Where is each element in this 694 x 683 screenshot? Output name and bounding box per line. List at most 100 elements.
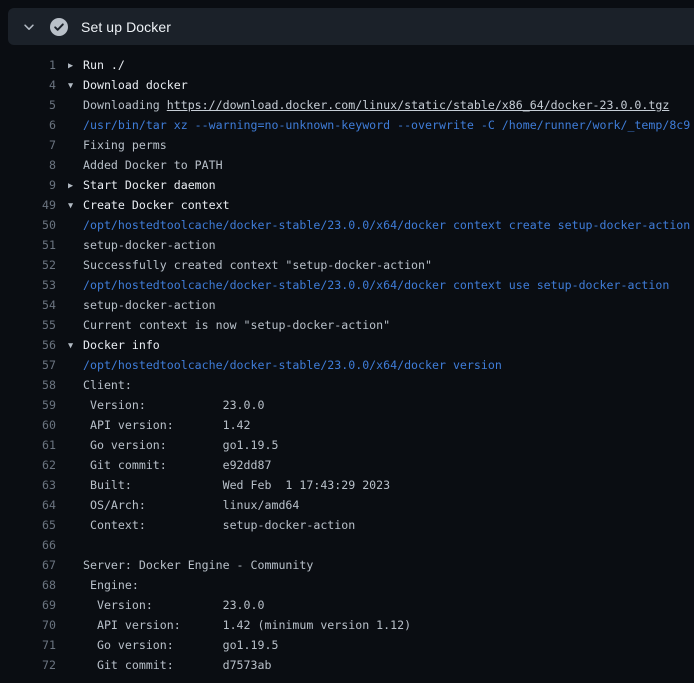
log-line: 58 Client: [0,375,694,395]
log-group-row[interactable]: 4 ▼Download docker [0,75,694,95]
group-title: Docker info [83,338,160,352]
log-line: 68 Engine: [0,575,694,595]
line-number-link[interactable]: 4 [0,75,56,95]
log-text: Git commit: e92dd87 [68,455,271,475]
log-text: Server: Docker Engine - Community [68,555,313,575]
log-line: 61 Go version: go1.19.5 [0,435,694,455]
log-line: 8 Added Docker to PATH [0,155,694,175]
log-text: OS/Arch: linux/amd64 [68,495,299,515]
log-line: 69 Version: 23.0.0 [0,595,694,615]
line-number-link[interactable]: 61 [0,435,56,455]
log-text: API version: 1.42 (minimum version 1.12) [68,615,411,635]
log-line: 71 Go version: go1.19.5 [0,635,694,655]
group-title: Download docker [83,78,188,92]
log-group-row[interactable]: 1 ▶Run ./ [0,55,694,75]
log-text [68,535,83,555]
log-text: Current context is now "setup-docker-act… [68,315,390,335]
line-number-link[interactable]: 63 [0,475,56,495]
line-number-link[interactable]: 64 [0,495,56,515]
log-lines: 1▶Run ./4▼Download docker5Downloading ht… [0,45,694,675]
log-text: API version: 1.42 [68,415,251,435]
log-line: 50/opt/hostedtoolcache/docker-stable/23.… [0,215,694,235]
line-number-link[interactable]: 5 [0,95,56,115]
group-title: Create Docker context [83,198,230,212]
log-line: 66 [0,535,694,555]
log-text: Added Docker to PATH [68,155,223,175]
line-number-link[interactable]: 7 [0,135,56,155]
chevron-down-icon[interactable] [21,20,37,34]
log-text: Client: [68,375,132,395]
triangle-down-icon: ▼ [68,76,83,95]
line-number-link[interactable]: 50 [0,215,56,235]
line-number-link[interactable]: 65 [0,515,56,535]
line-number-link[interactable]: 54 [0,295,56,315]
line-number-link[interactable]: 59 [0,395,56,415]
line-number-link[interactable]: 8 [0,155,56,175]
log-line: 54 setup-docker-action [0,295,694,315]
group-title: Run ./ [83,58,125,72]
line-number-link[interactable]: 72 [0,655,56,675]
line-number-link[interactable]: 52 [0,255,56,275]
log-line: 7 Fixing perms [0,135,694,155]
line-number-link[interactable]: 69 [0,595,56,615]
log-text: Downloading [83,98,167,112]
log-group-row[interactable]: 49▼Create Docker context [0,195,694,215]
line-number-link[interactable]: 68 [0,575,56,595]
line-number-link[interactable]: 9 [0,175,56,195]
step-title: Set up Docker [81,19,171,35]
log-line: 62 Git commit: e92dd87 [0,455,694,475]
line-number-link[interactable]: 58 [0,375,56,395]
line-number-link[interactable]: 53 [0,275,56,295]
line-number-link[interactable]: 55 [0,315,56,335]
line-number-link[interactable]: 66 [0,535,56,555]
triangle-right-icon: ▶ [68,56,83,75]
command-text: /opt/hostedtoolcache/docker-stable/23.0.… [68,355,502,375]
log-line: 5 Downloading https://download.docker.com… [0,95,694,115]
log-group-row[interactable]: 9 ▶Start Docker daemon [0,175,694,195]
log-line: 60 API version: 1.42 [0,415,694,435]
line-number-link[interactable]: 56 [0,335,56,355]
command-text: /opt/hostedtoolcache/docker-stable/23.0.… [68,215,690,235]
log-line: 6/usr/bin/tar xz --warning=no-unknown-ke… [0,115,694,135]
log-text: Built: Wed Feb 1 17:43:29 2023 [68,475,390,495]
line-number-link[interactable]: 57 [0,355,56,375]
log-group-row[interactable]: 56 ▼Docker info [0,335,694,355]
log-text: Go version: go1.19.5 [68,435,278,455]
log-text: Version: 23.0.0 [68,395,264,415]
line-number-link[interactable]: 71 [0,635,56,655]
log-line: 63 Built: Wed Feb 1 17:43:29 2023 [0,475,694,495]
line-number-link[interactable]: 6 [0,115,56,135]
log-line: 59 Version: 23.0.0 [0,395,694,415]
line-number-link[interactable]: 49 [0,195,56,215]
log-line: 55 Current context is now "setup-docker-a… [0,315,694,335]
step-header[interactable]: Set up Docker [8,8,694,45]
triangle-right-icon: ▶ [68,176,83,195]
group-title: Start Docker daemon [83,178,216,192]
log-line: 51 setup-docker-action [0,235,694,255]
log-line: 52 Successfully created context "setup-do… [0,255,694,275]
triangle-down-icon: ▼ [68,336,83,355]
command-text: /opt/hostedtoolcache/docker-stable/23.0.… [68,275,669,295]
line-number-link[interactable]: 62 [0,455,56,475]
command-text: /usr/bin/tar xz --warning=no-unknown-key… [68,115,690,135]
log-line: 70 API version: 1.42 (minimum version 1.… [0,615,694,635]
log-line: 65 Context: setup-docker-action [0,515,694,535]
log-text: Fixing perms [68,135,167,155]
log-text: Version: 23.0.0 [68,595,264,615]
download-url-link[interactable]: https://download.docker.com/linux/static… [167,98,670,112]
line-number-link[interactable]: 60 [0,415,56,435]
log-text: Successfully created context "setup-dock… [68,255,432,275]
line-number-link[interactable]: 51 [0,235,56,255]
log-text: Engine: [68,575,139,595]
line-number-link[interactable]: 1 [0,55,56,75]
line-number-link[interactable]: 70 [0,615,56,635]
log-line: 53/opt/hostedtoolcache/docker-stable/23.… [0,275,694,295]
log-line: 57/opt/hostedtoolcache/docker-stable/23.… [0,355,694,375]
log-text: Go version: go1.19.5 [68,635,278,655]
log-line: 67 Server: Docker Engine - Community [0,555,694,575]
log-text: setup-docker-action [68,295,216,315]
log-line: 72 Git commit: d7573ab [0,655,694,675]
line-number-link[interactable]: 67 [0,555,56,575]
log-text: setup-docker-action [68,235,216,255]
log-line: 64 OS/Arch: linux/amd64 [0,495,694,515]
